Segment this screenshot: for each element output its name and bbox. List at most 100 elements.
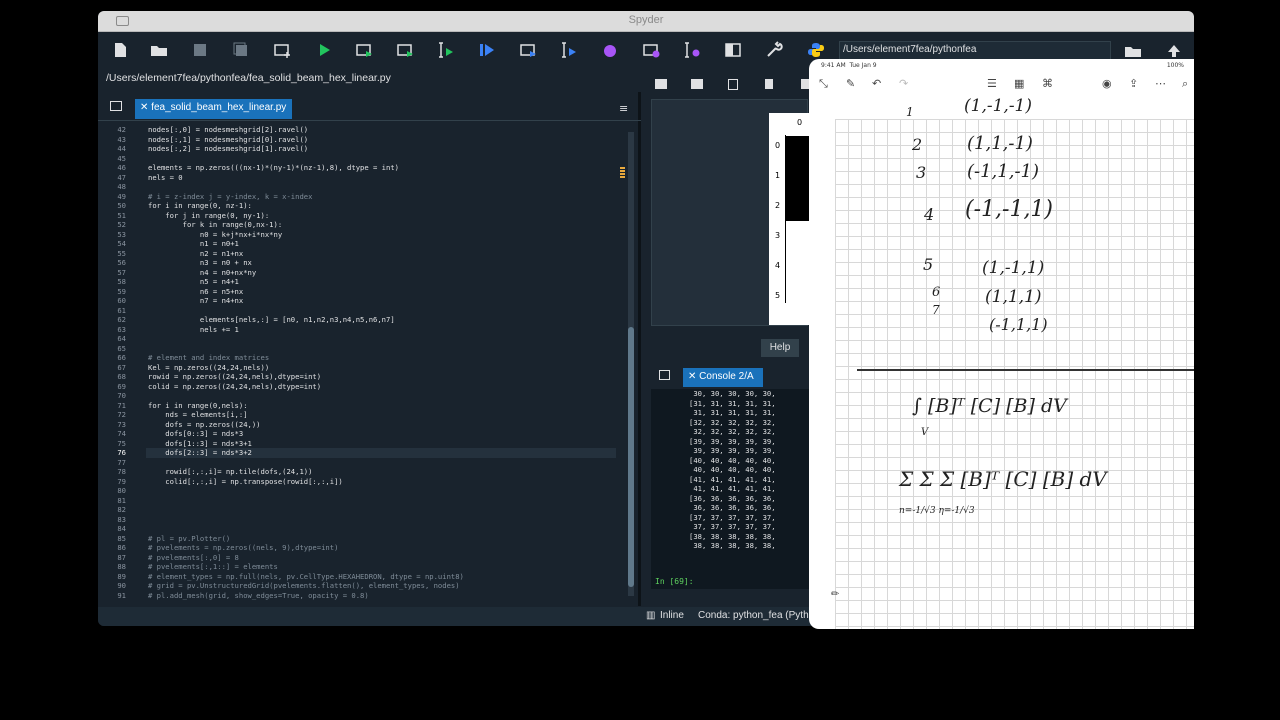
console-output[interactable]: 30, 30, 30, 30, 30, [31, 31, 31, 31, 31, … (651, 389, 809, 589)
run-cell-icon[interactable] (354, 40, 374, 60)
code-line[interactable]: dofs = np.zeros((24,)) (148, 420, 260, 430)
code-line[interactable]: n0 = k+j*nx+i*nx*ny (148, 230, 282, 240)
code-line[interactable]: # pvelements[:,0] = 8 (148, 553, 239, 563)
code-line[interactable]: # i = z-index j = y-index, k = x-index (148, 192, 312, 202)
python-icon[interactable] (806, 40, 826, 60)
close-console-icon[interactable]: ✕ (688, 371, 696, 382)
checklist-icon[interactable]: ☰ (987, 77, 997, 90)
console-tab[interactable]: ✕ Console 2/A (683, 368, 763, 387)
undo-icon[interactable]: ↶ (872, 77, 881, 90)
hw-n-5: 5 (923, 255, 934, 274)
save-all-icon[interactable] (231, 40, 251, 60)
code-line[interactable]: dofs[0::3] = nds*3 (148, 429, 243, 439)
console-prompt[interactable]: In [69]: (655, 577, 694, 586)
warning-marker (620, 167, 625, 179)
debug-cell-icon[interactable] (518, 40, 538, 60)
markup-icon[interactable]: ◉ (1102, 77, 1112, 90)
plot-icon: ▥ (646, 610, 656, 621)
code-line[interactable]: n2 = n1+nx (148, 249, 243, 259)
code-line[interactable]: for j in range(0, ny-1): (148, 211, 269, 221)
code-line[interactable]: nds = elements[i,:] (148, 410, 247, 420)
debug-icon[interactable] (477, 40, 497, 60)
remove-all-plots-icon[interactable] (801, 79, 809, 89)
code-line[interactable]: # pvelements = np.zeros((nels, 9),dtype=… (148, 543, 338, 553)
code-line[interactable]: n6 = n5+nx (148, 287, 243, 297)
new-file-icon[interactable] (110, 40, 130, 60)
code-line[interactable]: # pl = pv.Plotter() (148, 534, 230, 544)
remove-plot-icon[interactable] (765, 79, 773, 89)
code-line[interactable]: n1 = n0+1 (148, 239, 239, 249)
maximize-icon[interactable] (723, 40, 743, 60)
run-icon[interactable] (314, 40, 334, 60)
table-icon[interactable]: ▦ (1014, 77, 1024, 90)
search-icon[interactable]: ⌕ (1182, 77, 1188, 91)
run-cell-advance-icon[interactable] (395, 40, 415, 60)
close-tab-icon[interactable]: ✕ (140, 102, 148, 113)
code-line[interactable]: colid[:,:,i] = np.transpose(rowid[:,:,i]… (148, 477, 342, 487)
scrollbar-thumb[interactable] (628, 327, 634, 587)
code-line[interactable]: rowid = np.zeros((24,24,nels),dtype=int) (148, 372, 321, 382)
stop-icon[interactable] (641, 40, 661, 60)
code-line[interactable]: elements[nels,:] = [n0, n1,n2,n3,n4,n5,n… (148, 315, 395, 325)
code-line[interactable]: dofs[2::3] = nds*3+2 (148, 448, 252, 458)
open-file-icon[interactable] (149, 40, 169, 60)
new-cell-icon[interactable] (272, 40, 292, 60)
code-line[interactable]: nodes[:,0] = nodesmeshgrid[2].ravel() (148, 125, 308, 135)
browse-folder-icon[interactable] (1123, 41, 1143, 61)
debug-step-icon[interactable] (682, 40, 702, 60)
continue-icon[interactable] (600, 40, 620, 60)
code-line[interactable]: n5 = n4+1 (148, 277, 239, 287)
save-plot-icon[interactable] (655, 79, 667, 89)
code-line[interactable]: for i in range(0,nels): (148, 401, 248, 411)
ipad-date: Tue Jan 9 (849, 62, 877, 69)
expand-icon[interactable]: ⤡ (819, 77, 828, 91)
code-line[interactable]: Kel = np.zeros((24,24,nels)) (148, 363, 269, 373)
save-icon[interactable] (190, 40, 210, 60)
help-tab[interactable]: Help (761, 339, 799, 357)
code-line[interactable]: nodes[:,2] = nodesmeshgrid[1].ravel() (148, 144, 308, 154)
step-icon[interactable] (559, 40, 579, 60)
browse-consoles-icon[interactable] (659, 370, 670, 380)
editor-tab[interactable]: ✕ fea_solid_beam_hex_linear.py (135, 99, 292, 119)
share-icon[interactable]: ⇪ (1129, 77, 1138, 90)
code-line[interactable]: n7 = n4+nx (148, 296, 243, 306)
line-number: 42 (117, 125, 126, 134)
note-grid-paper[interactable] (835, 119, 1194, 629)
code-line[interactable]: elements = np.zeros(((nx-1)*(ny-1)*(nz-1… (148, 163, 399, 173)
code-line[interactable]: nels = 0 (148, 173, 183, 183)
run-selection-icon[interactable] (436, 40, 456, 60)
pencil-tool-icon[interactable]: ✏ (831, 589, 839, 600)
code-line[interactable]: nels += 1 (148, 325, 239, 335)
more-icon[interactable]: ⋯ (1155, 77, 1166, 90)
code-area[interactable]: 42 nodes[:,0] = nodesmeshgrid[2].ravel() 4… (98, 125, 628, 601)
code-line[interactable]: nodes[:,1] = nodesmeshgrid[0].ravel() (148, 135, 308, 145)
code-line[interactable]: # element and index matrices (148, 353, 269, 363)
working-directory-input[interactable]: /Users/element7fea/pythonfea (839, 41, 1111, 60)
compose-icon[interactable]: ✎ (846, 77, 855, 90)
code-line[interactable]: for i in range(0, nz-1): (148, 201, 252, 211)
attachment-icon[interactable]: ⌘ (1042, 77, 1053, 90)
code-line[interactable]: # grid = pv.UnstructuredGrid(pvelements.… (148, 581, 460, 591)
preferences-icon[interactable] (764, 40, 784, 60)
copy-plot-icon[interactable] (728, 79, 738, 90)
hw-n-6: 6 (932, 285, 941, 300)
code-line[interactable]: rowid[:,:,i]= np.tile(dofs,(24,1)) (148, 467, 312, 477)
line-number: 64 (117, 334, 126, 343)
options-menu-icon[interactable]: ≡ (619, 102, 628, 115)
code-line[interactable]: n3 = n0 + nx (148, 258, 252, 268)
code-line[interactable]: n4 = n0+nx*ny (148, 268, 256, 278)
code-line[interactable]: # element_types = np.full(nels, pv.CellT… (148, 572, 464, 582)
code-line[interactable]: # pl.add_mesh(grid, show_edges=True, opa… (148, 591, 369, 601)
code-line[interactable]: for k in range(0,nx-1): (148, 220, 283, 230)
backend-status: Inline (660, 610, 684, 621)
code-line[interactable]: # pvelements[:,1::] = elements (148, 562, 278, 572)
ipad-battery: 100% (1166, 62, 1184, 69)
code-line[interactable]: colid = np.zeros((24,24,nels),dtype=int) (148, 382, 321, 392)
editor-scrollbar[interactable] (628, 132, 634, 596)
redo-icon[interactable]: ↷ (899, 77, 908, 90)
browse-tabs-icon[interactable] (110, 101, 122, 111)
line-number: 88 (117, 562, 126, 571)
save-all-plots-icon[interactable] (691, 79, 703, 89)
parent-dir-icon[interactable] (1164, 41, 1184, 61)
code-line[interactable]: dofs[1::3] = nds*3+1 (148, 439, 252, 449)
